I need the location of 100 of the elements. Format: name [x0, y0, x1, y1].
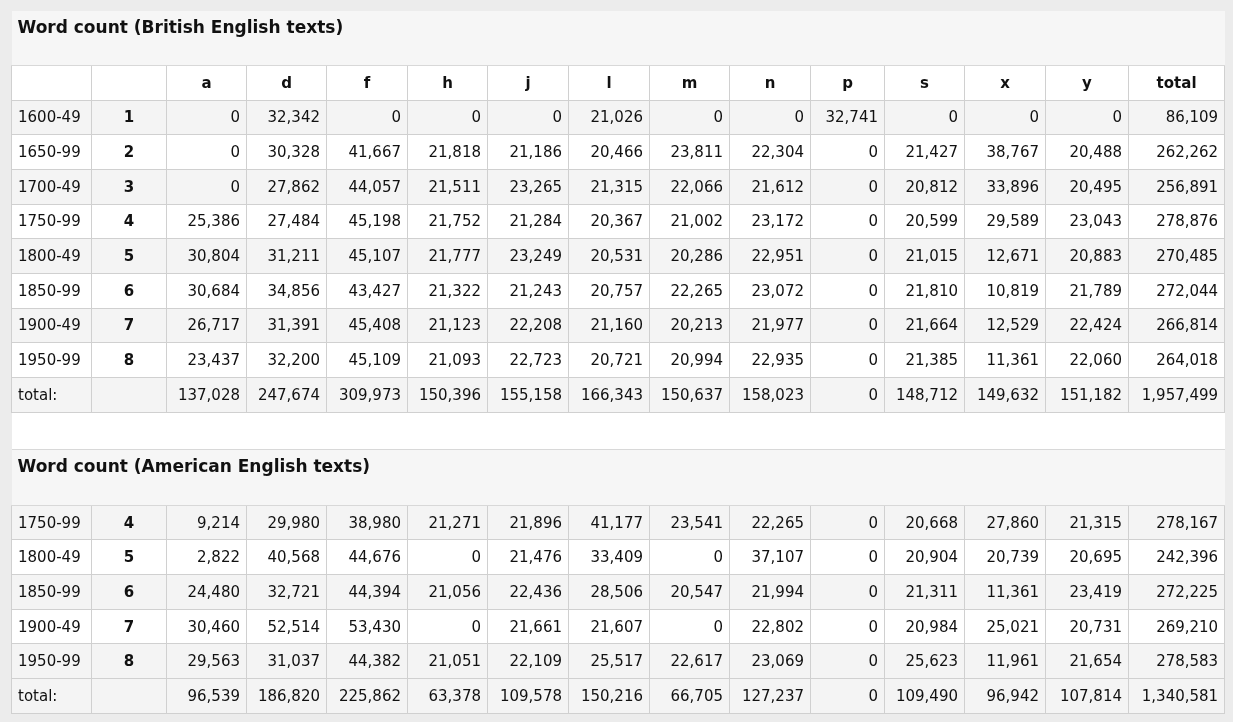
column-header: a [166, 65, 247, 100]
table-cell: 28,506 [568, 574, 650, 610]
table-cell: 38,980 [326, 505, 408, 540]
table-cell: 20,695 [1045, 539, 1129, 575]
table-cell: 26,717 [166, 308, 247, 343]
table-cell: 21,271 [407, 505, 488, 540]
table-cell: 23,437 [166, 342, 247, 378]
table-cell: 22,935 [729, 342, 811, 378]
table-cell: 23,072 [729, 273, 811, 309]
table-cell: 0 [407, 539, 488, 575]
column-header: s [884, 65, 965, 100]
table-cell: 256,891 [1128, 169, 1225, 205]
table-cell: 21,896 [487, 505, 569, 540]
table-cell: 21,311 [884, 574, 965, 610]
table-cell: 137,028 [166, 377, 247, 413]
table-cell: 41,177 [568, 505, 650, 540]
table-cell: 23,043 [1045, 204, 1129, 239]
table-cell: 22,060 [1045, 342, 1129, 378]
column-header: j [487, 65, 569, 100]
table-cell: 66,705 [649, 678, 730, 714]
table-cell: 41,667 [326, 134, 408, 170]
table-cell: 96,539 [166, 678, 247, 714]
table-cell: 0 [810, 505, 885, 540]
table-cell: 20,213 [649, 308, 730, 343]
column-header: f [326, 65, 408, 100]
table-cell: 21,810 [884, 273, 965, 309]
table-cell: 23,172 [729, 204, 811, 239]
table-cell: 22,208 [487, 308, 569, 343]
table-cell: 44,394 [326, 574, 408, 610]
table-cell: 5 [91, 539, 167, 575]
table-cell: 27,484 [246, 204, 327, 239]
table-cell: 52,514 [246, 609, 327, 644]
table-cell: 22,436 [487, 574, 569, 610]
table-cell: 21,160 [568, 308, 650, 343]
table-cell: 107,814 [1045, 678, 1129, 714]
table-cell: 0 [487, 100, 569, 135]
table-cell: 20,731 [1045, 609, 1129, 644]
table-cell: 21,315 [1045, 505, 1129, 540]
table-cell: 21,664 [884, 308, 965, 343]
table-cell: 0 [810, 204, 885, 239]
table-cell: 45,198 [326, 204, 408, 239]
table-cell: 242,396 [1128, 539, 1225, 575]
table-cell: 22,802 [729, 609, 811, 644]
table-cell: 22,304 [729, 134, 811, 170]
table-cell: 22,265 [729, 505, 811, 540]
table-cell: 21,186 [487, 134, 569, 170]
column-header: x [964, 65, 1046, 100]
table-cell: 20,739 [964, 539, 1046, 575]
table-cell: 150,216 [568, 678, 650, 714]
table-cell: 1900-49 [11, 308, 92, 343]
table-cell: 21,051 [407, 643, 488, 679]
table-cell: 22,265 [649, 273, 730, 309]
table-cell: 20,367 [568, 204, 650, 239]
table-cell: 0 [810, 678, 885, 714]
table-cell: 7 [91, 609, 167, 644]
table-cell: 10,819 [964, 273, 1046, 309]
table-cell: 33,409 [568, 539, 650, 575]
table-cell: 2 [91, 134, 167, 170]
table-cell: 20,466 [568, 134, 650, 170]
table-cell: 1950-99 [11, 643, 92, 679]
table-cell: 186,820 [246, 678, 327, 714]
table-cell: 21,607 [568, 609, 650, 644]
table-cell: 1 [91, 100, 167, 135]
table-cell: 22,066 [649, 169, 730, 205]
table-cell: 158,023 [729, 377, 811, 413]
table-cell: 6 [91, 574, 167, 610]
table-cell: 127,237 [729, 678, 811, 714]
table-cell: 96,942 [964, 678, 1046, 714]
table-cell: 20,531 [568, 238, 650, 274]
table-cell: 0 [166, 134, 247, 170]
table-cell: 21,093 [407, 342, 488, 378]
table-cell: 21,385 [884, 342, 965, 378]
table-cell: 23,069 [729, 643, 811, 679]
table-cell: 1750-99 [11, 204, 92, 239]
table-cell: 3 [91, 169, 167, 205]
table-cell: 34,856 [246, 273, 327, 309]
table-cell: 45,408 [326, 308, 408, 343]
table-cell: 37,107 [729, 539, 811, 575]
table-cell: 11,361 [964, 574, 1046, 610]
table-cell: 44,676 [326, 539, 408, 575]
table-cell: 0 [407, 100, 488, 135]
table-cell: 23,811 [649, 134, 730, 170]
table-cell: 21,661 [487, 609, 569, 644]
table-cell: 21,315 [568, 169, 650, 205]
table-cell: 45,109 [326, 342, 408, 378]
table-cell: 270,485 [1128, 238, 1225, 274]
table-cell: 1950-99 [11, 342, 92, 378]
table-cell: 278,167 [1128, 505, 1225, 540]
table-cell: 0 [326, 100, 408, 135]
table-cell: 0 [649, 100, 730, 135]
table-title: Word count (American English texts) [11, 449, 1225, 506]
table-cell: 166,343 [568, 377, 650, 413]
table-cell: 1850-99 [11, 574, 92, 610]
table-cell: 0 [810, 539, 885, 575]
table-cell: 30,328 [246, 134, 327, 170]
table-cell: 21,243 [487, 273, 569, 309]
table-cell: 21,752 [407, 204, 488, 239]
table-cell: 20,286 [649, 238, 730, 274]
table-cell: 278,876 [1128, 204, 1225, 239]
table-cell: 272,225 [1128, 574, 1225, 610]
